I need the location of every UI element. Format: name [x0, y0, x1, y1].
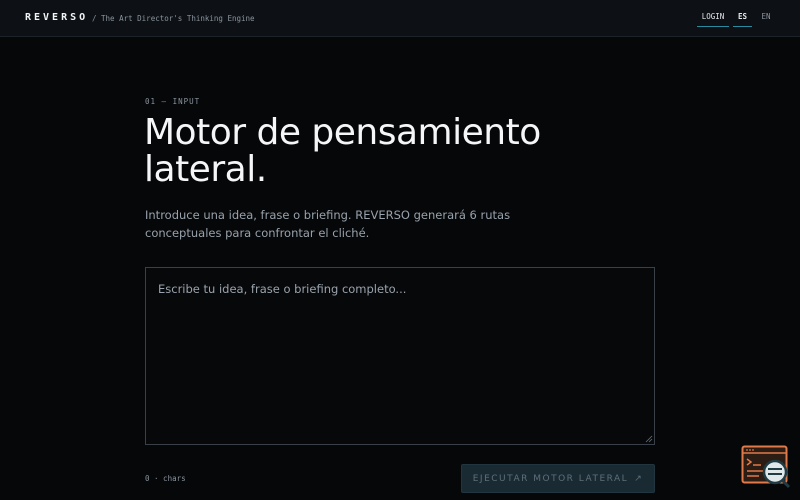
idea-input-container [145, 267, 655, 445]
idea-input[interactable] [146, 268, 654, 444]
language-es-button[interactable]: ES [733, 10, 752, 27]
language-en-button[interactable]: EN [757, 10, 775, 27]
login-button[interactable]: LOGIN [697, 10, 729, 27]
page-title-line-2: lateral. [144, 149, 267, 190]
run-lateral-engine-button[interactable]: EJECUTAR MOTOR LATERAL ↗ [461, 464, 655, 493]
page-title-line-1: Motor de pensamiento [144, 112, 541, 153]
run-button-label: EJECUTAR MOTOR LATERAL [472, 473, 629, 484]
character-counter: 0 · chars [145, 474, 186, 483]
intro-text: Introduce una idea, frase o briefing. RE… [145, 208, 511, 240]
resize-handle-icon[interactable] [645, 435, 653, 443]
top-navigation-bar: REVERSO / The Art Director's Thinking En… [0, 0, 800, 37]
brand-tagline: / The Art Director's Thinking Engine [92, 14, 255, 23]
arrow-up-right-icon: ↗ [634, 473, 644, 484]
step-label: 01 — INPUT [145, 97, 201, 106]
assistant-widget-icon[interactable] [741, 445, 791, 489]
brand-logo[interactable]: REVERSO [25, 12, 88, 23]
page-title: Motor de pensamiento lateral. [144, 114, 664, 188]
